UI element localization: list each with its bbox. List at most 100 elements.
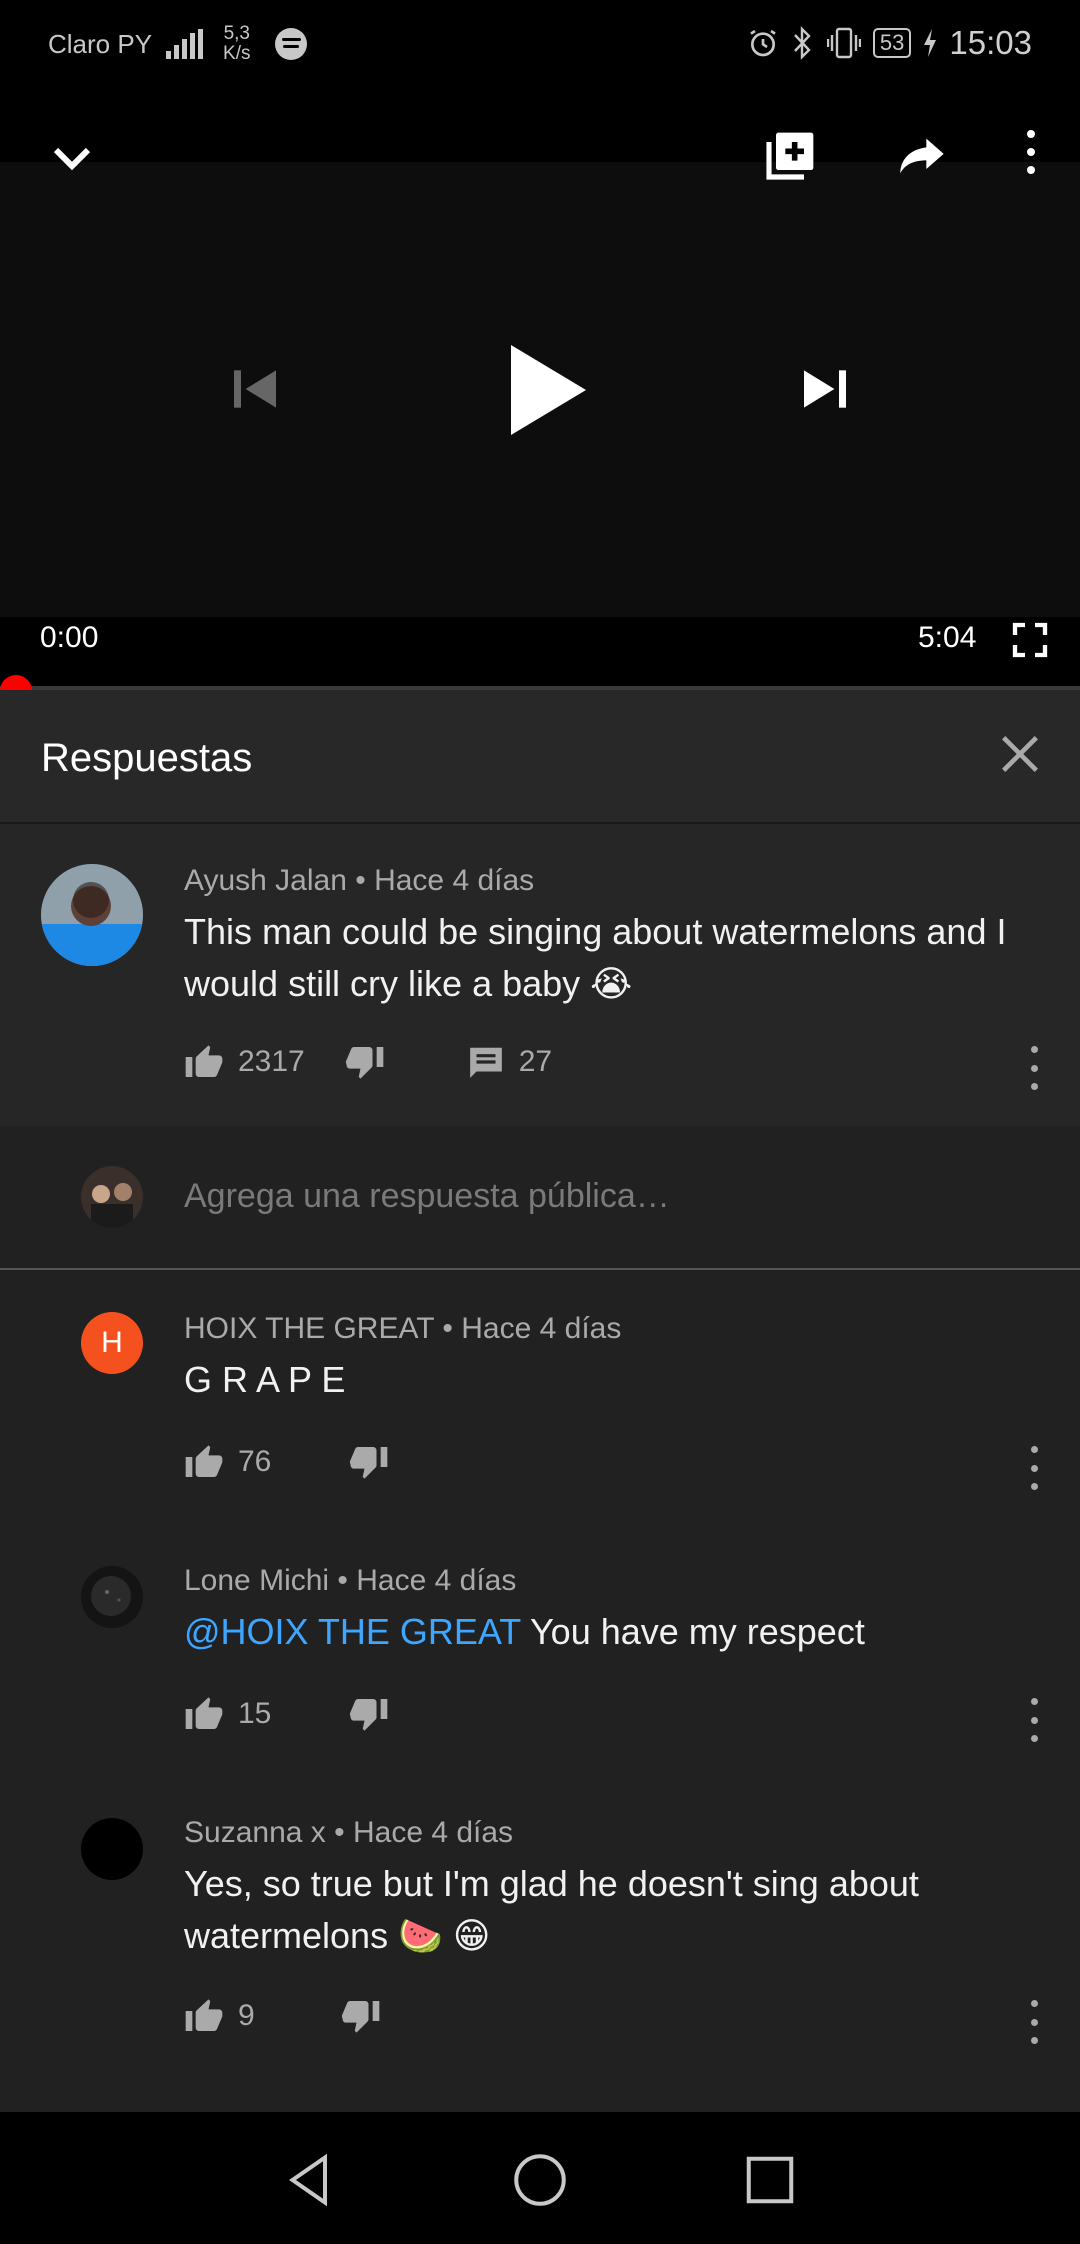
spotify-icon (274, 28, 307, 60)
comment-actions: 15 (184, 1694, 389, 1734)
charging-icon (924, 29, 937, 57)
system-nav-bar (0, 2112, 1080, 2244)
list-item: H HOIX THE GREAT • Hace 4 días G R A P E… (0, 1270, 1080, 1522)
dislike-button[interactable] (345, 1042, 385, 1082)
network-speed: 5,3 K/s (223, 24, 250, 64)
comment-time: Hace 4 días (374, 864, 535, 897)
like-count: 2317 (238, 1045, 305, 1078)
like-count: 9 (238, 1999, 255, 2032)
author-name[interactable]: Lone Michi (184, 1564, 329, 1597)
author-name[interactable]: Ayush Jalan (184, 864, 347, 897)
avatar[interactable] (41, 864, 143, 966)
carrier-label: Claro PY (48, 28, 153, 59)
panel-title: Respuestas (41, 736, 253, 780)
back-button[interactable] (280, 2150, 340, 2210)
mention-link[interactable]: @HOIX THE GREAT (184, 1611, 521, 1652)
thumb-up-icon (185, 1045, 223, 1077)
list-item: Lone Michi • Hace 4 días @HOIX THE GREAT… (0, 1522, 1080, 1774)
comment-more-button[interactable] (1024, 1446, 1044, 1490)
minimize-button[interactable] (40, 126, 104, 190)
replies-button[interactable]: 27 (467, 1043, 552, 1081)
dislike-button[interactable] (341, 1996, 381, 2036)
user-photo (41, 864, 143, 966)
total-time: 5:04 (918, 621, 977, 654)
current-user-avatar (81, 1166, 143, 1228)
current-time: 0:00 (40, 621, 99, 654)
reply-placeholder[interactable]: Agrega una respuesta pública… (184, 1177, 670, 1216)
dislike-button[interactable] (349, 1442, 389, 1482)
battery-icon: 53 (872, 28, 912, 58)
fullscreen-icon (1012, 622, 1048, 658)
recents-icon (746, 2156, 794, 2204)
like-button[interactable]: 9 (184, 1996, 255, 2036)
thumb-up-icon (185, 1445, 223, 1477)
meta-separator: • (442, 1312, 462, 1345)
avatar[interactable]: H (81, 1312, 143, 1374)
share-button[interactable] (888, 122, 956, 190)
status-bar: Claro PY 5,3 K/s 53 15:03 (0, 0, 1080, 86)
user-photo (81, 1166, 143, 1228)
comment-more-button[interactable] (1024, 2000, 1044, 2044)
skip-previous-icon (234, 370, 276, 408)
author-name[interactable]: Suzanna x (184, 1816, 326, 1849)
panel-header: Respuestas (0, 690, 1080, 824)
comment-meta: Suzanna x • Hace 4 días (184, 1816, 513, 1850)
comment-time: Hace 4 días (352, 1816, 514, 1849)
comment-text: This man could be singing about watermel… (184, 911, 1007, 1004)
list-item: Suzanna x • Hace 4 días Yes, so true but… (0, 1774, 1080, 2094)
player-more-button[interactable] (1021, 130, 1041, 174)
thumb-down-icon (341, 2001, 380, 2033)
reply-count: 27 (518, 1045, 553, 1078)
chevron-down-icon (53, 147, 91, 171)
comment-text: Yes, so true but I'm glad he doesn't sin… (184, 1863, 919, 1956)
alarm-icon (750, 29, 776, 57)
home-button[interactable] (510, 2150, 570, 2210)
dislike-button[interactable] (349, 1694, 389, 1734)
avatar[interactable] (81, 1566, 143, 1628)
skip-previous-button[interactable] (220, 354, 290, 424)
like-count: 15 (238, 1697, 272, 1730)
like-button[interactable]: 76 (184, 1442, 271, 1482)
add-to-playlist-button[interactable] (756, 122, 824, 190)
avatar[interactable] (81, 1818, 143, 1880)
thumb-up-icon (185, 1697, 223, 1729)
comment-time: Hace 4 días (461, 1312, 622, 1345)
comment-meta: Lone Michi • Hace 4 días (184, 1564, 516, 1598)
thumb-down-icon (345, 1047, 384, 1079)
comment-actions: 9 (184, 1996, 381, 2036)
comment-text-body: You have my respect (520, 1611, 865, 1652)
recents-button[interactable] (740, 2150, 800, 2210)
home-icon (514, 2154, 566, 2206)
meta-separator: • (355, 864, 375, 897)
add-to-playlist-icon (766, 132, 814, 180)
play-icon (511, 345, 586, 435)
back-icon (288, 2153, 327, 2207)
reply-input[interactable]: Agrega una respuesta pública… (0, 1126, 1080, 1270)
vibrate-icon (826, 27, 861, 59)
comment-meta: Ayush Jalan • Hace 4 días (184, 864, 534, 898)
comment-actions: 2317 27 (184, 1042, 552, 1082)
like-count: 76 (238, 1445, 272, 1478)
thumb-down-icon (350, 1699, 388, 1731)
like-button[interactable]: 15 (184, 1694, 271, 1734)
close-button[interactable] (992, 726, 1048, 782)
comment-more-button[interactable] (1024, 1046, 1044, 1090)
clock: 15:03 (949, 24, 1032, 61)
bluetooth-icon (794, 26, 811, 60)
like-button[interactable]: 2317 (184, 1042, 305, 1082)
skip-next-button[interactable] (790, 354, 860, 424)
close-icon (1002, 736, 1038, 772)
comment-icon (469, 1047, 502, 1078)
comment-more-button[interactable] (1024, 1698, 1044, 1742)
parent-comment: Ayush Jalan • Hace 4 días This man could… (0, 824, 1080, 1126)
meta-separator: • (334, 1816, 353, 1849)
skip-next-icon (804, 370, 846, 408)
signal-icon (166, 29, 204, 59)
author-name[interactable]: HOIX THE GREAT (184, 1312, 434, 1345)
comment-text: G R A P E (184, 1359, 346, 1400)
share-icon (900, 138, 944, 174)
fullscreen-button[interactable] (1004, 614, 1056, 666)
play-button[interactable] (496, 330, 596, 450)
video-player[interactable]: 0:00 5:04 (0, 86, 1080, 691)
comment-time: Hace 4 días (356, 1564, 517, 1597)
